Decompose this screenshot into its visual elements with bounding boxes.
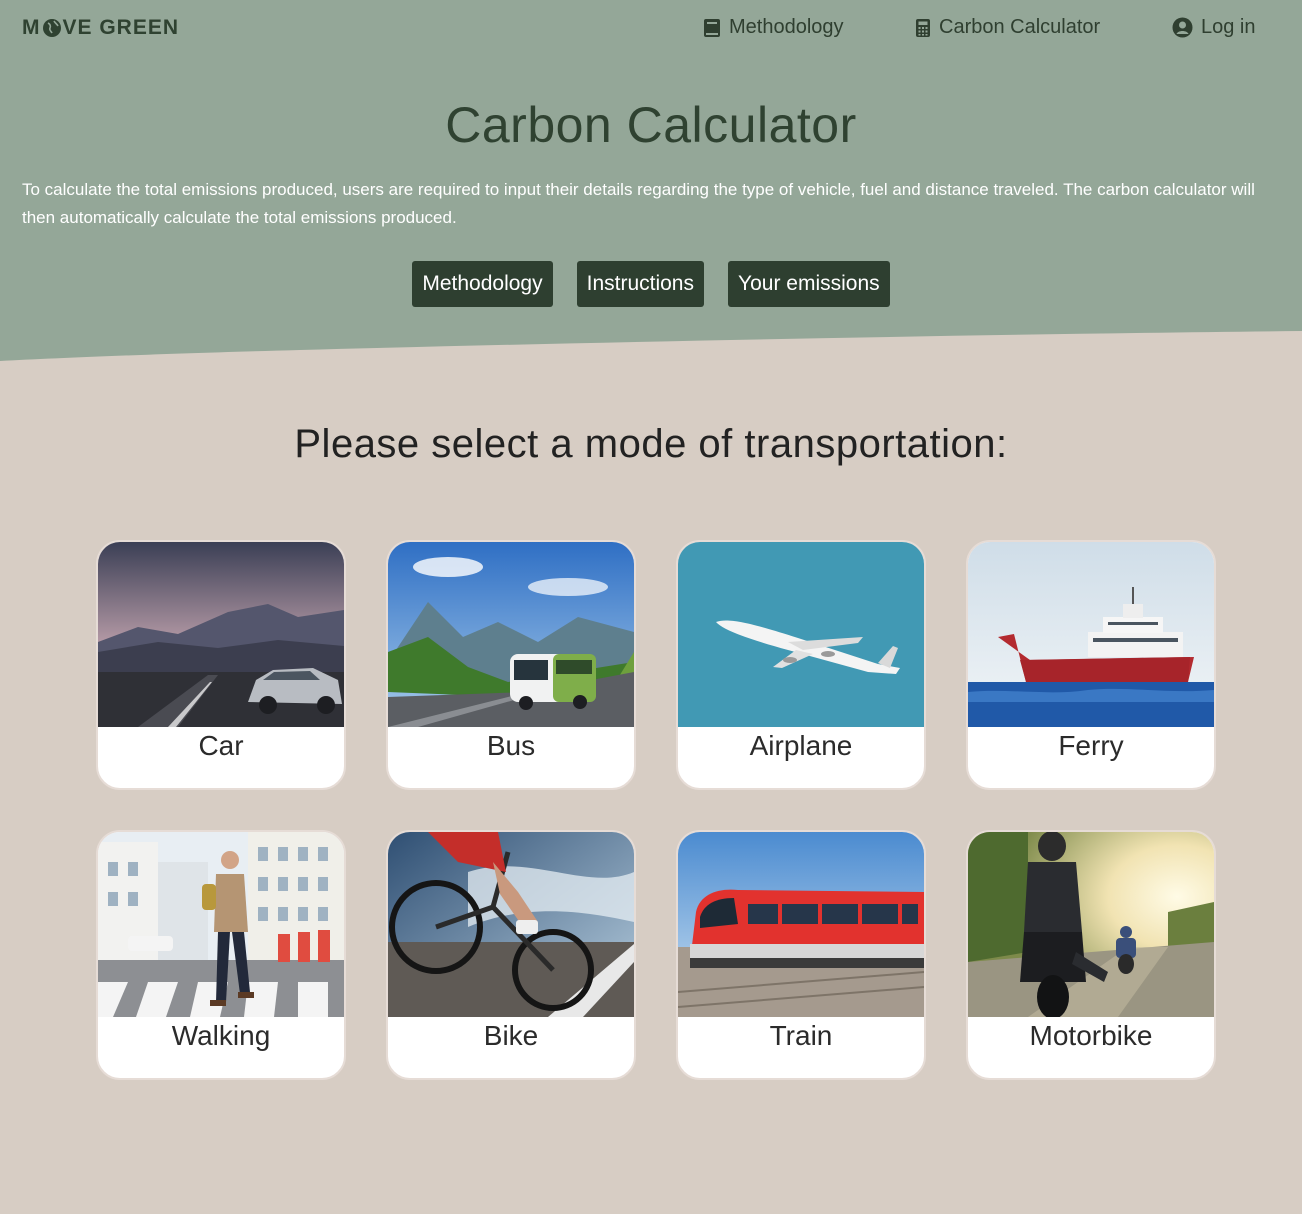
page-title: Carbon Calculator (445, 97, 857, 153)
logo-text-left: M (22, 16, 41, 39)
airplane-image (678, 542, 924, 727)
methodology-button[interactable]: Methodology (412, 261, 553, 307)
mode-label: Airplane (749, 730, 853, 761)
nav-calculator-link[interactable]: Carbon Calculator (915, 16, 1100, 39)
mode-label: Walking (171, 1020, 271, 1051)
bus-image (388, 542, 634, 727)
hero-button-row: Methodology Instructions Your emissions (0, 261, 1302, 307)
top-navbar: M VE GREEN Methodology Carbon Calculator… (0, 0, 1302, 58)
transport-mode-grid: Car Bus Airplane Ferry Walking Bike Trai… (96, 540, 1216, 1080)
nav-calculator-label: Carbon Calculator (939, 16, 1101, 38)
your-emissions-button[interactable]: Your emissions (728, 261, 890, 307)
brand-logo[interactable]: M VE GREEN (22, 16, 179, 40)
mode-label: Motorbike (1029, 1020, 1153, 1051)
mode-label: Train (769, 1020, 833, 1051)
user-circle-icon (1172, 17, 1193, 38)
mode-card-walking[interactable]: Walking (96, 830, 346, 1080)
globe-icon (42, 18, 62, 38)
nav-methodology-label: Methodology (729, 16, 844, 38)
mode-card-train[interactable]: Train (676, 830, 926, 1080)
intro-text: To calculate the total emissions produce… (22, 180, 1255, 227)
logo-text-right: VE GREEN (62, 16, 180, 39)
mode-card-car[interactable]: Car (96, 540, 346, 790)
mode-card-bike[interactable]: Bike (386, 830, 636, 1080)
calculator-icon (916, 18, 930, 37)
nav-methodology-link[interactable]: Methodology (703, 16, 844, 39)
mode-label: Ferry (1058, 730, 1124, 761)
hero-section: M VE GREEN Methodology Carbon Calculator… (0, 0, 1302, 362)
mode-label: Bus (486, 730, 536, 761)
motorbike-image (968, 832, 1214, 1017)
section-title: Please select a mode of transportation: (294, 422, 1008, 466)
mode-card-bus[interactable]: Bus (386, 540, 636, 790)
mode-card-airplane[interactable]: Airplane (676, 540, 926, 790)
mode-card-motorbike[interactable]: Motorbike (966, 830, 1216, 1080)
walking-image (98, 832, 344, 1017)
ferry-image (968, 542, 1214, 727)
bike-image (388, 832, 634, 1017)
nav-login-link[interactable]: Log in (1172, 16, 1256, 39)
instructions-button[interactable]: Instructions (576, 261, 704, 307)
nav-login-label: Log in (1201, 16, 1256, 38)
train-image (678, 832, 924, 1017)
mode-label: Bike (483, 1020, 539, 1051)
mode-label: Car (198, 730, 244, 761)
mode-card-ferry[interactable]: Ferry (966, 540, 1216, 790)
book-icon (704, 18, 720, 37)
car-image (98, 542, 344, 727)
